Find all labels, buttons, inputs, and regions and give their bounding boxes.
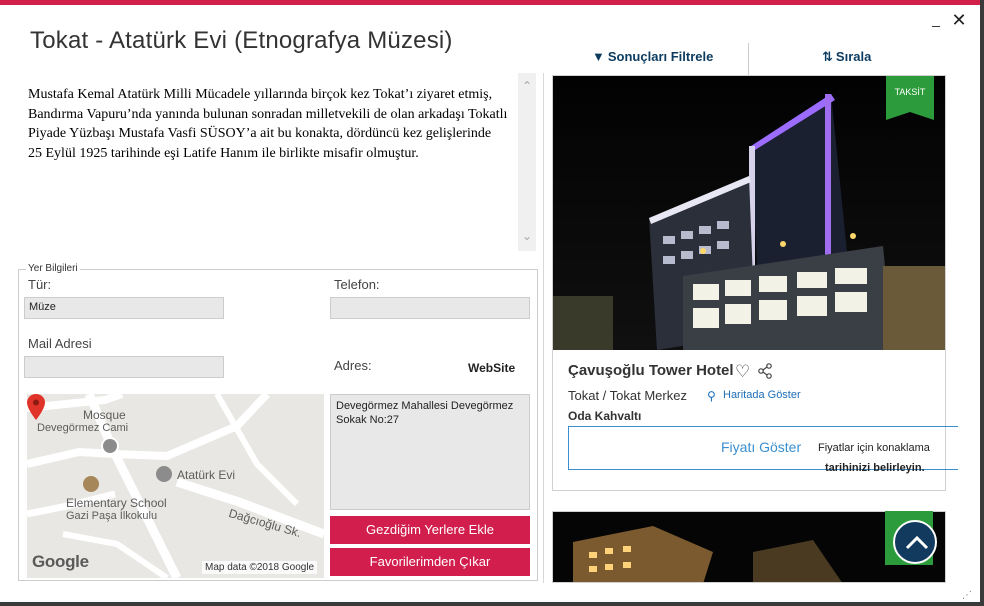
hotel-name[interactable]: Çavuşoğlu Tower Hotel (568, 362, 734, 379)
remove-favorite-button[interactable]: Favorilerimden Çıkar (330, 548, 530, 576)
location-map[interactable]: Mosque Devegörmez Cami Atatürk Evi Eleme… (27, 394, 324, 578)
minimize-button[interactable]: _ (926, 9, 946, 29)
share-icon[interactable] (757, 363, 773, 379)
resize-grip-icon[interactable]: ⋰ (962, 589, 976, 603)
scroll-up-icon[interactable]: ⌃ (518, 79, 536, 93)
page-title: Tokat - Atatürk Evi (Etnografya Müzesi) (30, 27, 453, 54)
google-logo: Google (32, 552, 89, 571)
map-poi-mosque-sub: Devegörmez Cami (37, 422, 129, 434)
tab-divider (748, 43, 749, 75)
chevron-up-icon (905, 535, 929, 550)
price-note-line1: Fiyatlar için konaklama (818, 442, 930, 454)
scroll-to-top-button[interactable] (893, 520, 937, 564)
address-field[interactable]: Devegörmez Mahallesi Devegörmez Sokak No… (330, 394, 530, 510)
map-poi-museum: Atatürk Evi (177, 468, 236, 482)
close-button[interactable]: ✕ (948, 9, 970, 31)
phone-field[interactable] (330, 297, 530, 319)
board-type: Oda Kahvaltı (568, 409, 642, 423)
scroll-down-icon[interactable]: ⌄ (518, 229, 536, 243)
show-on-map-link[interactable]: Haritada Göster (723, 389, 801, 401)
hotel-photo[interactable]: TAKSİT (553, 76, 945, 350)
map-poi-mosque: Mosque (83, 408, 126, 422)
tab-sort-label: Sırala (835, 49, 872, 64)
sort-icon: ⇅ (822, 49, 833, 64)
installment-badge-notch (886, 112, 934, 120)
location-pin-icon: ⚲ (707, 389, 716, 403)
mail-label: Mail Adresi (28, 336, 92, 351)
map-pin-icon[interactable] (27, 394, 45, 420)
price-note-line2: tarihinizi belirleyin. (825, 462, 925, 474)
info-legend: Yer Bilgileri (26, 263, 80, 274)
map-poi-school: Elementary School (66, 496, 167, 510)
map-poi-school-sub: Gazi Paşa İlkokulu (66, 510, 158, 522)
map-attribution: Map data ©2018 Google (202, 561, 318, 574)
address-label: Adres: (334, 358, 372, 373)
website-link[interactable]: WebSite (468, 361, 515, 375)
type-label: Tür: (28, 277, 52, 292)
description-panel: Mustafa Kemal Atatürk Milli Mücadele yıl… (22, 73, 538, 251)
panel-divider (543, 73, 544, 583)
hotel-location: Tokat / Tokat Merkez (568, 388, 687, 403)
heart-icon[interactable]: ♡ (735, 362, 750, 382)
add-visited-button[interactable]: Gezdiğim Yerlere Ekle (330, 516, 530, 544)
modal-window: _ ✕ Tokat - Atatürk Evi (Etnografya Müze… (0, 0, 980, 602)
show-price-button[interactable]: Fiyatı Göster (721, 439, 801, 455)
description-text: Mustafa Kemal Atatürk Milli Mücadele yıl… (28, 87, 508, 161)
tab-filter[interactable]: ▼ Sonuçları Filtrele (592, 49, 713, 64)
tab-sort[interactable]: ⇅ Sırala (822, 49, 871, 65)
mail-field[interactable] (24, 356, 224, 378)
phone-label: Telefon: (334, 277, 380, 292)
tab-filter-label: Sonuçları Filtrele (607, 49, 714, 64)
filter-icon: ▼ (592, 49, 605, 64)
installment-badge: TAKSİT (886, 76, 934, 112)
description-scrollbar[interactable]: ⌃ ⌄ (518, 73, 536, 251)
price-box[interactable]: Fiyatı Göster Fiyatlar için konaklama ta… (568, 426, 958, 474)
hotel-card[interactable]: TAKSİT Çavuşoğlu Tower Hotel ♡ Tokat / T… (552, 75, 958, 491)
type-field[interactable]: Müze (24, 297, 224, 319)
